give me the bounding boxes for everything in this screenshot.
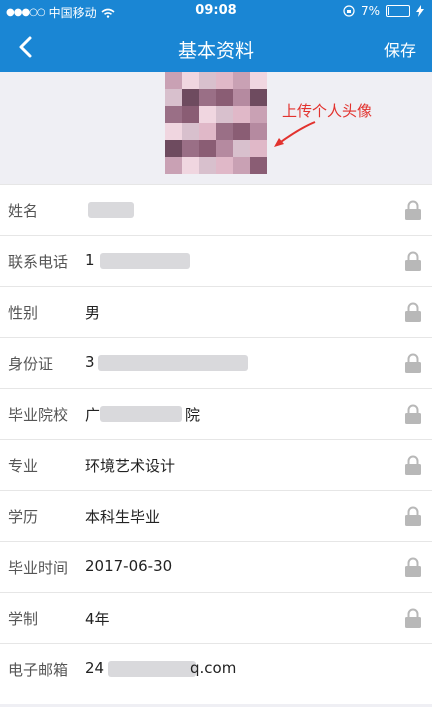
page-title: 基本资料 [177, 40, 254, 62]
lock-icon [405, 608, 421, 628]
annotation-arrow-icon [274, 121, 316, 147]
battery-percent: 7% [360, 4, 380, 18]
avatar-pixel [165, 106, 182, 123]
avatar-pixel [199, 157, 216, 174]
field-label: 专业 [8, 457, 39, 475]
field-label: 身份证 [8, 355, 54, 373]
field-value: 本科生毕业 [85, 508, 161, 526]
field-row-degree[interactable]: 学历 本科生毕业 [0, 490, 432, 541]
field-row-program-length[interactable]: 学制 4年 [0, 592, 432, 643]
avatar-pixel [233, 72, 250, 89]
avatar-pixel [182, 140, 199, 157]
avatar-pixel [199, 123, 216, 140]
redacted-blur [108, 661, 196, 677]
avatar-pixel [250, 89, 267, 106]
avatar-pixel [233, 106, 250, 123]
avatar-pixel [199, 72, 216, 89]
lock-icon [405, 200, 421, 220]
field-label: 毕业院校 [8, 406, 69, 424]
avatar-pixel [216, 106, 233, 123]
field-row-graduation-date[interactable]: 毕业时间 2017-06-30 [0, 541, 432, 592]
avatar-pixel [182, 123, 199, 140]
lock-icon [405, 557, 421, 577]
field-label: 学制 [8, 610, 39, 628]
field-row-email[interactable]: 电子邮箱 24 q.com [0, 643, 432, 704]
field-row-phone[interactable]: 联系电话 1 [0, 235, 432, 286]
profile-fields: 姓名 联系电话 1 性别 男 身份证 3 毕业院校 广 院 专业 环境艺术设计 … [0, 184, 432, 704]
avatar-pixel [216, 72, 233, 89]
battery-icon [386, 5, 410, 17]
avatar-pixel [165, 123, 182, 140]
avatar-pixel [250, 157, 267, 174]
field-value: 1 [85, 251, 95, 269]
field-row-id-card[interactable]: 身份证 3 [0, 337, 432, 388]
lock-icon [405, 455, 421, 475]
field-label: 学历 [8, 508, 39, 526]
avatar-pixel [165, 89, 182, 106]
lock-icon [405, 302, 421, 322]
redacted-blur [88, 202, 134, 218]
save-button[interactable]: 保存 [384, 37, 416, 61]
avatar-pixel [182, 89, 199, 106]
avatar-image[interactable] [165, 72, 267, 174]
field-value-tail: q.com [190, 659, 237, 677]
avatar-pixel [199, 106, 216, 123]
avatar-pixel [216, 140, 233, 157]
orientation-lock-icon [343, 5, 355, 17]
lock-icon [405, 251, 421, 271]
lock-icon [405, 506, 421, 526]
avatar-pixel [199, 140, 216, 157]
avatar-pixel [233, 157, 250, 174]
redacted-blur [100, 253, 190, 269]
field-row-school[interactable]: 毕业院校 广 院 [0, 388, 432, 439]
field-label: 毕业时间 [8, 559, 69, 577]
avatar-pixel [233, 89, 250, 106]
navigation-bar: 基本资料 保存 [0, 22, 432, 72]
avatar-pixel [250, 106, 267, 123]
field-row-major[interactable]: 专业 环境艺术设计 [0, 439, 432, 490]
status-right: 7% [343, 4, 424, 18]
field-value: 3 [85, 353, 95, 371]
avatar-pixel [165, 157, 182, 174]
upload-avatar-annotation: 上传个人头像 [282, 102, 373, 120]
avatar-pixel [165, 140, 182, 157]
lock-icon [405, 353, 421, 373]
redacted-blur [98, 355, 248, 371]
lock-icon [405, 404, 421, 424]
avatar-pixel [165, 72, 182, 89]
field-label: 联系电话 [8, 253, 69, 271]
field-label: 姓名 [8, 202, 39, 220]
redacted-blur [100, 406, 182, 422]
avatar-pixel [250, 123, 267, 140]
field-value: 4年 [85, 610, 110, 628]
status-bar: ●●●○○ 中国移动 09:08 7% [0, 0, 432, 22]
avatar-pixel [250, 140, 267, 157]
avatar-pixel [182, 157, 199, 174]
field-value: 2017-06-30 [85, 557, 173, 575]
avatar-pixel [250, 72, 267, 89]
avatar-pixel [216, 123, 233, 140]
avatar-pixel [182, 72, 199, 89]
avatar-pixel [216, 89, 233, 106]
field-label: 性别 [8, 304, 39, 322]
charging-icon [416, 5, 424, 17]
field-row-name[interactable]: 姓名 [0, 184, 432, 235]
avatar-pixel [233, 123, 250, 140]
avatar-pixel [199, 89, 216, 106]
avatar-section: 上传个人头像 [0, 72, 432, 184]
field-value: 环境艺术设计 [85, 457, 176, 475]
field-label: 电子邮箱 [8, 661, 69, 679]
avatar-pixel [216, 157, 233, 174]
field-row-gender[interactable]: 性别 男 [0, 286, 432, 337]
avatar-pixel [233, 140, 250, 157]
field-value: 24 [85, 659, 105, 677]
field-value: 男 [85, 304, 101, 322]
field-value-tail: 院 [185, 406, 201, 424]
avatar-pixel [182, 106, 199, 123]
field-value: 广 [85, 406, 101, 424]
